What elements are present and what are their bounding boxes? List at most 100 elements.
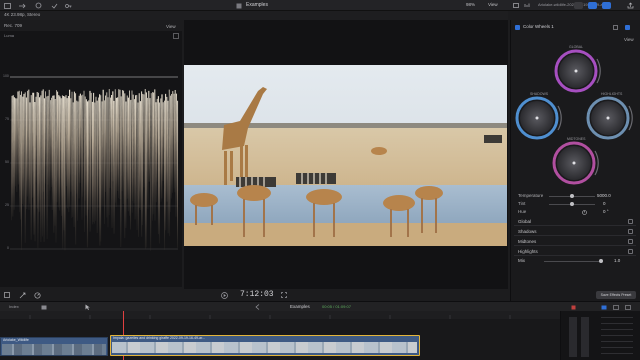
scope-tick-25: 25 xyxy=(5,203,9,207)
timeline-clip[interactable]: Ariolake_Wildlife xyxy=(0,337,108,356)
tint-slider-knob[interactable] xyxy=(570,202,574,206)
color-wheel-puck-highlights[interactable] xyxy=(606,116,610,120)
viewer-header: 4K 23.98p, Stereo Rec. 709 View xyxy=(0,11,508,29)
param-value-hue[interactable]: 0 ° xyxy=(603,209,609,215)
clip-title: Impala: gazelles and drinking giraffe 20… xyxy=(113,336,205,340)
color-wheel-puck-global[interactable] xyxy=(574,69,578,73)
toggle-timeline-button[interactable] xyxy=(588,2,597,9)
mix-value[interactable]: 1.0 xyxy=(614,258,620,264)
library-icon[interactable] xyxy=(3,2,11,9)
mix-row: Mix 1.0 xyxy=(514,257,636,266)
viewer-image xyxy=(184,65,507,246)
save-effects-preset-label: Save Effects Preset xyxy=(600,293,632,297)
fullscreen-icon[interactable] xyxy=(280,291,288,299)
mix-label: Mix xyxy=(518,258,525,263)
clip-appearance-icon[interactable] xyxy=(612,304,619,310)
toggle-browser-button[interactable] xyxy=(574,2,583,9)
append-clip-icon[interactable] xyxy=(40,304,47,310)
section-midtones[interactable]: Midtones xyxy=(514,237,636,246)
crop-icon[interactable] xyxy=(3,291,11,299)
checkmark-icon[interactable] xyxy=(50,2,58,9)
export-icon[interactable] xyxy=(626,2,635,9)
temperature-slider[interactable] xyxy=(549,194,595,198)
section-shadows-label: Shadows xyxy=(518,228,537,234)
toggle-inspector-button[interactable] xyxy=(602,2,611,9)
temperature-slider-knob[interactable] xyxy=(570,194,574,198)
audio-skimming-icon[interactable] xyxy=(570,304,577,310)
key-icon[interactable] xyxy=(64,2,72,9)
effect-header: Color Wheels 1 xyxy=(514,23,638,32)
audio-meters xyxy=(560,311,640,360)
timeline-name[interactable]: Examples xyxy=(290,304,310,310)
color-wheel-puck-midtones[interactable] xyxy=(572,161,576,165)
timeline-duration: 00:05 / 01:09:07 xyxy=(322,304,351,309)
section-highlights[interactable]: Highlights xyxy=(514,247,636,256)
snapping-icon[interactable] xyxy=(600,304,607,310)
param-label-hue: Hue xyxy=(518,209,527,214)
viewer-view-menu[interactable]: View xyxy=(488,2,498,8)
timeline: Ariolake_Wildlife Impala: gazelles and d… xyxy=(0,311,560,360)
scope-tick-50: 50 xyxy=(5,160,9,164)
speed-icon[interactable] xyxy=(33,291,41,299)
section-highlights-label: Highlights xyxy=(518,248,538,254)
mix-slider-knob[interactable] xyxy=(599,259,603,263)
audio-meter-right xyxy=(581,317,589,357)
audio-inspector-icon[interactable] xyxy=(523,2,531,9)
section-midtones-checkbox[interactable] xyxy=(628,239,633,244)
wheel-label-global: GLOBAL xyxy=(569,45,584,49)
transform-icon[interactable] xyxy=(18,291,26,299)
wheel-label-shadows: SHADOWS xyxy=(530,92,549,96)
timeline-ruler[interactable] xyxy=(0,311,560,319)
audio-meter-scale xyxy=(601,317,633,357)
video-inspector-icon[interactable] xyxy=(512,2,520,9)
waveform-scope: Luma 100 75 50 25 0 xyxy=(0,31,182,287)
scope-view-menu[interactable]: View xyxy=(166,24,176,30)
param-label-temperature: Temperature xyxy=(518,193,544,198)
play-button[interactable] xyxy=(220,291,228,299)
timeline-clip-selected[interactable]: Impala: gazelles and drinking giraffe 20… xyxy=(110,335,420,356)
color-wheels xyxy=(515,49,633,185)
top-toolbar: Examples 98% View Ariolake-wildlife-2022… xyxy=(0,0,640,11)
index-button[interactable]: Index xyxy=(9,305,19,309)
inspector-view-menu[interactable]: View xyxy=(624,37,634,43)
inspector-clip-name: Ariolake-wildlife-2022-09-19-09-49-ar... xyxy=(538,3,608,7)
wheel-label-midtones: MIDTONES xyxy=(567,137,586,141)
param-label-tint: Tint xyxy=(518,201,526,206)
section-shadows-checkbox[interactable] xyxy=(628,229,633,234)
effects-browser-icon[interactable] xyxy=(624,304,631,310)
tint-slider[interactable] xyxy=(549,202,595,206)
section-global-label: Global xyxy=(518,218,532,224)
clip-filmstrip xyxy=(112,342,417,353)
effect-reset-button[interactable] xyxy=(613,25,618,30)
color-wheel-puck-shadows[interactable] xyxy=(535,116,539,120)
hue-dial-icon[interactable] xyxy=(581,209,587,215)
library-title: Examples xyxy=(246,2,268,8)
section-global-checkbox[interactable] xyxy=(628,219,633,224)
select-tool-icon[interactable] xyxy=(84,304,91,310)
section-highlights-checkbox[interactable] xyxy=(628,249,633,254)
timecode-display[interactable]: 7:12:03 xyxy=(240,291,274,299)
effect-color-swatch xyxy=(515,25,520,30)
section-shadows[interactable]: Shadows xyxy=(514,227,636,236)
save-effects-preset-button[interactable]: Save Effects Preset xyxy=(596,291,636,299)
media-import-icon[interactable] xyxy=(18,2,26,9)
scope-title: Rec. 709 xyxy=(4,23,23,28)
scope-tick-0: 0 xyxy=(7,246,9,250)
section-global[interactable]: Global xyxy=(514,217,636,226)
keyword-icon[interactable] xyxy=(34,2,42,9)
audio-meter-left xyxy=(569,317,577,357)
clip-title: Ariolake_Wildlife xyxy=(3,338,29,342)
timeline-back-icon[interactable] xyxy=(254,304,261,310)
clip-filmstrip xyxy=(2,344,106,355)
section-midtones-label: Midtones xyxy=(518,238,537,244)
param-value-temperature[interactable]: 5000.0 xyxy=(597,193,611,199)
timeline-toolbar: Index Examples 00:05 / 01:09:07 xyxy=(0,301,640,311)
waveform-graph xyxy=(10,76,179,251)
param-value-tint[interactable]: 0 xyxy=(603,201,606,207)
viewer-transport: 7:12:03 xyxy=(0,289,508,301)
effect-enable-checkbox[interactable] xyxy=(625,25,630,30)
share-icon[interactable] xyxy=(235,2,243,9)
mix-slider[interactable] xyxy=(544,259,603,263)
effect-name[interactable]: Color Wheels 1 xyxy=(523,24,554,30)
zoom-level[interactable]: 98% xyxy=(466,2,475,8)
